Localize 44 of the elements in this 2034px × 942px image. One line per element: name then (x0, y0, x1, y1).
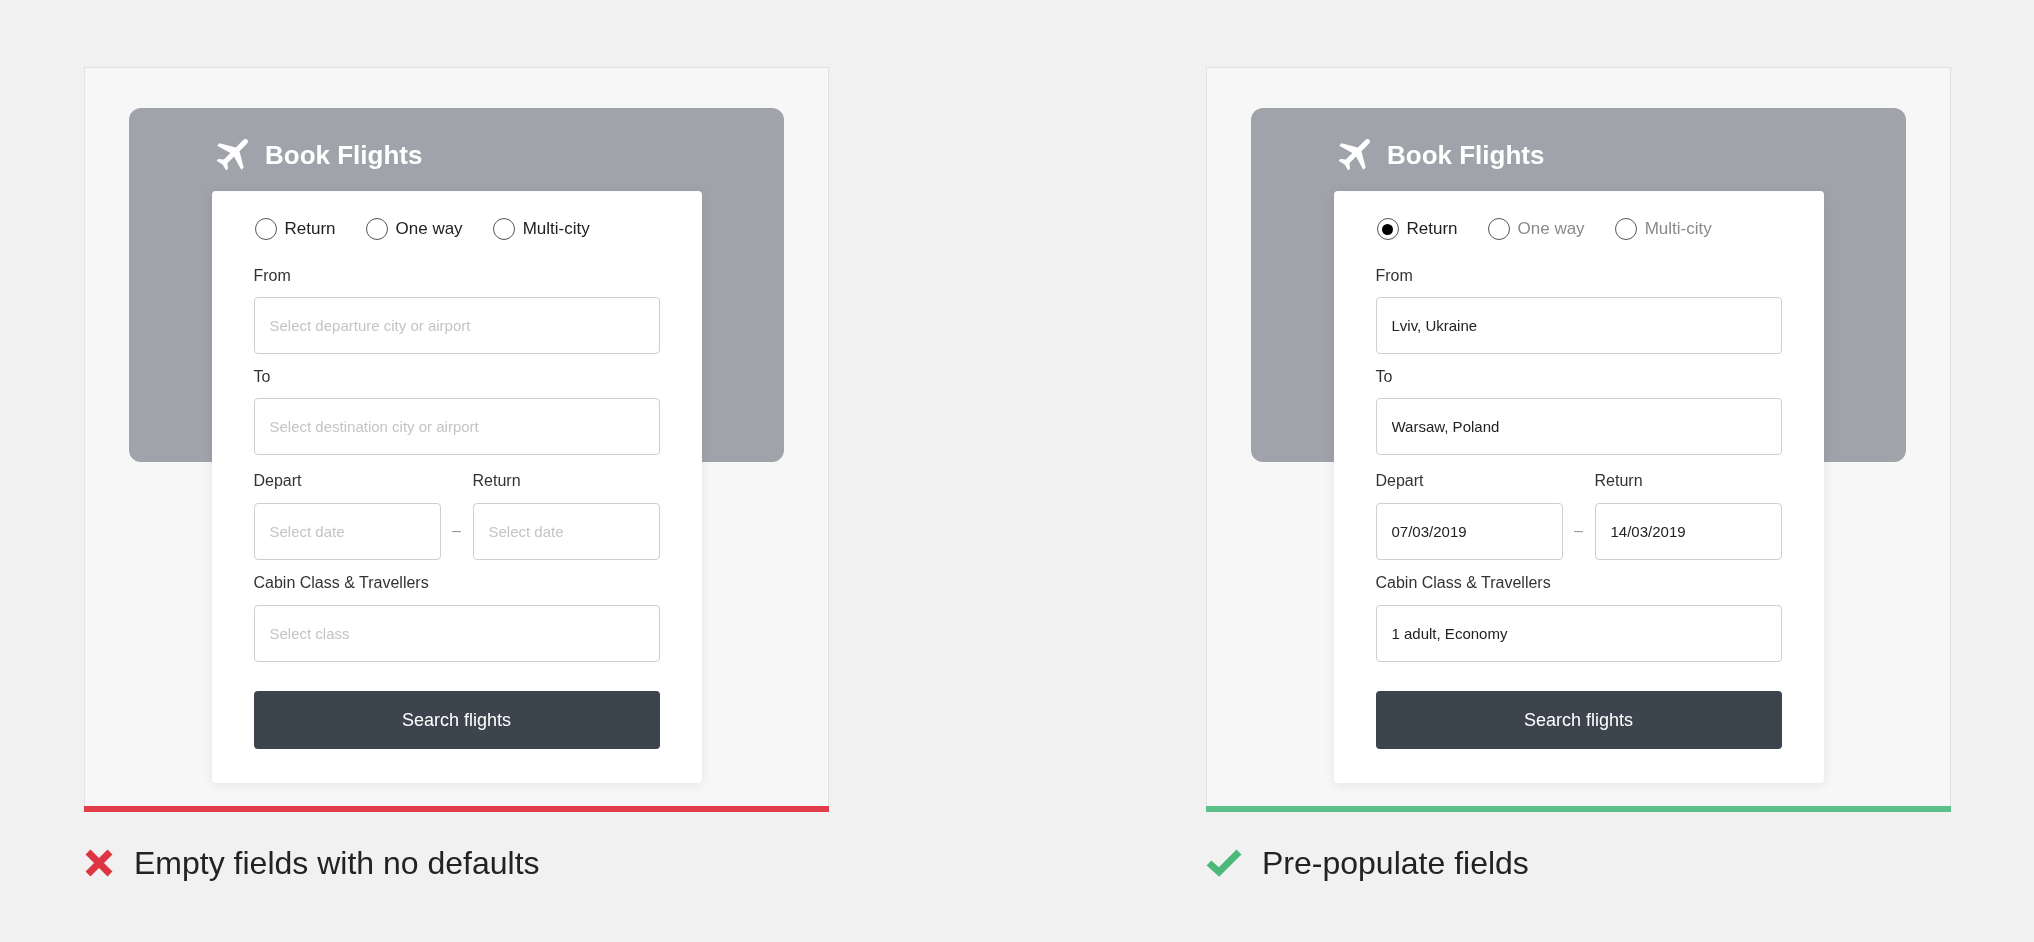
radio-label[interactable]: One way (395, 218, 463, 240)
radio-button[interactable] (254, 218, 277, 240)
search-button[interactable]: Search flights (1375, 691, 1782, 749)
date-field[interactable]: Select date (472, 503, 660, 560)
radio-label[interactable]: One way (1517, 218, 1585, 240)
text-field[interactable]: Lviv, Ukraine (1375, 297, 1782, 354)
field-label: From (253, 266, 292, 286)
checkmark-icon (1206, 849, 1242, 877)
cross-icon (84, 848, 114, 878)
radio-button[interactable] (1487, 218, 1510, 240)
field-label: Return (472, 471, 522, 491)
field-label: Depart (253, 471, 303, 491)
radio-label[interactable]: Multi-city (1644, 218, 1712, 240)
text-field[interactable]: 1 adult, Economy (1375, 605, 1782, 662)
form-title: Book Flights (265, 139, 423, 171)
text-field[interactable]: Select class (253, 605, 660, 662)
radio-button[interactable] (492, 218, 515, 240)
date-separator: – (452, 521, 461, 541)
date-field[interactable]: Select date (253, 503, 441, 560)
airplane-icon (216, 139, 248, 171)
text-field[interactable]: Select destination city or airport (253, 398, 660, 455)
form-title: Book Flights (1387, 139, 1545, 171)
radio-label[interactable]: Return (284, 218, 336, 240)
radio-button[interactable] (1614, 218, 1637, 240)
radio-label[interactable]: Return (1406, 218, 1458, 240)
field-label: Cabin Class & Travellers (253, 573, 430, 593)
search-button[interactable]: Search flights (253, 691, 660, 749)
date-separator: – (1574, 521, 1583, 541)
field-label: Depart (1375, 471, 1425, 491)
radio-button[interactable] (365, 218, 388, 240)
field-label: Return (1594, 471, 1644, 491)
radio-label[interactable]: Multi-city (522, 218, 590, 240)
radio-button[interactable] (1376, 218, 1399, 240)
field-label: Cabin Class & Travellers (1375, 573, 1552, 593)
caption-text: Empty fields with no defaults (134, 844, 540, 882)
field-label: To (253, 367, 272, 387)
caption-text: Pre-populate fields (1262, 844, 1529, 882)
airplane-icon (1338, 139, 1370, 171)
date-field[interactable]: 14/03/2019 (1594, 503, 1782, 560)
text-field[interactable]: Warsaw, Poland (1375, 398, 1782, 455)
text-field[interactable]: Select departure city or airport (253, 297, 660, 354)
field-label: To (1375, 367, 1394, 387)
date-field[interactable]: 07/03/2019 (1375, 503, 1563, 560)
field-label: From (1375, 266, 1414, 286)
